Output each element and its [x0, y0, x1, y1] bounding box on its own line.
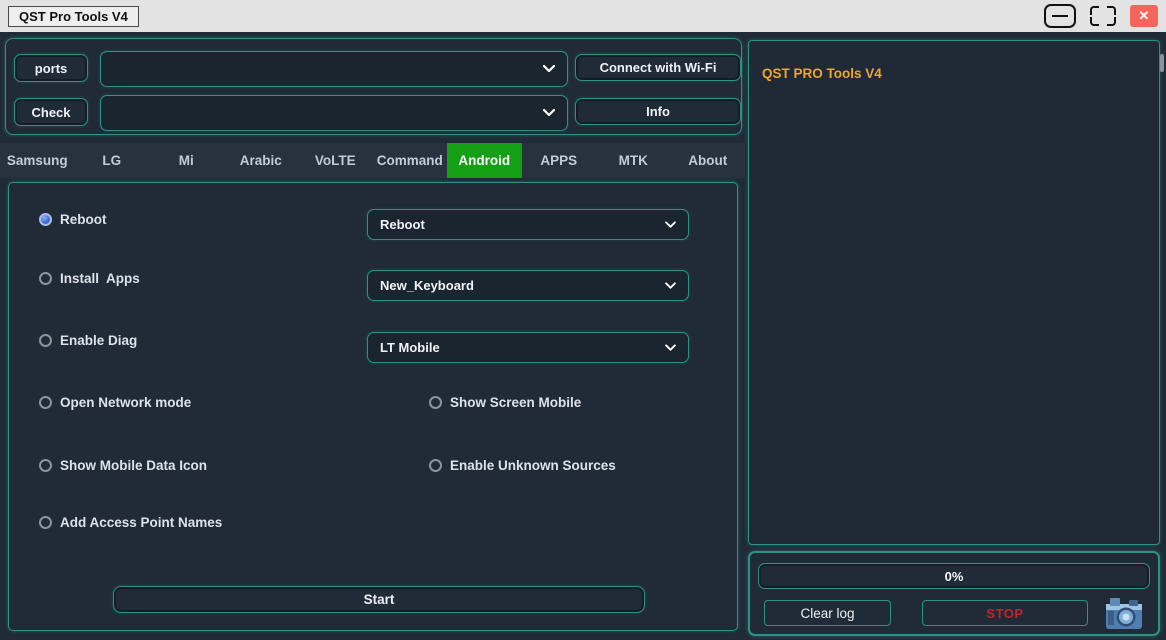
- progress-value: 0%: [945, 569, 964, 584]
- radio-install-apps[interactable]: Install Apps: [39, 271, 140, 286]
- radio-icon: [39, 272, 52, 285]
- scrollbar-thumb[interactable]: [1160, 54, 1164, 72]
- tab-android[interactable]: Android: [447, 143, 522, 178]
- window-title: QST Pro Tools V4: [8, 6, 139, 27]
- titlebar: QST Pro Tools V4 ✕: [0, 0, 1166, 32]
- tab-about[interactable]: About: [671, 143, 746, 178]
- chevron-down-icon: [665, 282, 676, 289]
- connect-wifi-button[interactable]: Connect with Wi-Fi: [575, 54, 741, 81]
- info-button[interactable]: Info: [575, 98, 741, 125]
- enable-diag-combobox-value: LT Mobile: [380, 340, 440, 355]
- log-header-text: QST PRO Tools V4: [762, 66, 882, 81]
- tab-command[interactable]: Command: [373, 143, 448, 178]
- start-button[interactable]: Start: [113, 586, 645, 613]
- enable-diag-combobox[interactable]: LT Mobile: [367, 332, 689, 363]
- radio-icon: [39, 516, 52, 529]
- radio-icon: [39, 396, 52, 409]
- chevron-down-icon: [543, 65, 555, 73]
- maximize-icon: [1090, 6, 1099, 15]
- progress-bar: 0%: [758, 563, 1150, 589]
- radio-icon: [39, 334, 52, 347]
- close-icon: ✕: [1139, 8, 1150, 24]
- tabbar: Samsung LG Mi Arabic VoLTE Command Andro…: [0, 143, 745, 178]
- radio-icon: [39, 213, 52, 226]
- radio-icon: [39, 459, 52, 472]
- camera-icon[interactable]: [1104, 595, 1144, 631]
- stop-button[interactable]: STOP: [922, 600, 1088, 626]
- connection-panel: ports Connect with Wi-Fi Check Info: [5, 38, 742, 135]
- status-panel: 0% Clear log STOP: [748, 551, 1160, 636]
- radio-open-network-mode[interactable]: Open Network mode: [39, 395, 191, 410]
- reboot-combobox[interactable]: Reboot: [367, 209, 689, 240]
- radio-add-access-point-names[interactable]: Add Access Point Names: [39, 515, 222, 530]
- radio-icon: [429, 459, 442, 472]
- radio-reboot[interactable]: Reboot: [39, 212, 107, 227]
- minimize-button[interactable]: [1044, 4, 1076, 28]
- close-button[interactable]: ✕: [1130, 5, 1158, 27]
- radio-show-mobile-data-icon[interactable]: Show Mobile Data Icon: [39, 458, 207, 473]
- chevron-down-icon: [543, 109, 555, 117]
- model-combobox[interactable]: [100, 95, 568, 131]
- maximize-button[interactable]: [1090, 4, 1116, 28]
- radio-show-screen-mobile[interactable]: Show Screen Mobile: [429, 395, 581, 410]
- chevron-down-icon: [665, 344, 676, 351]
- window-controls: ✕: [1044, 0, 1158, 32]
- minimize-icon: [1052, 15, 1068, 18]
- tab-mtk[interactable]: MTK: [596, 143, 671, 178]
- ports-button[interactable]: ports: [14, 54, 88, 82]
- install-apps-combobox[interactable]: New_Keyboard: [367, 270, 689, 301]
- clear-log-button[interactable]: Clear log: [764, 600, 891, 626]
- install-apps-combobox-value: New_Keyboard: [380, 278, 474, 293]
- log-panel[interactable]: QST PRO Tools V4: [748, 40, 1160, 545]
- port-combobox[interactable]: [100, 51, 568, 87]
- app-window: QST Pro Tools V4 ✕ ports Connect with Wi…: [0, 0, 1166, 640]
- chevron-down-icon: [665, 221, 676, 228]
- radio-icon: [429, 396, 442, 409]
- tab-samsung[interactable]: Samsung: [0, 143, 75, 178]
- android-panel: Reboot Reboot Install Apps New_Keyboard …: [8, 182, 738, 631]
- tab-volte[interactable]: VoLTE: [298, 143, 373, 178]
- radio-enable-unknown-sources[interactable]: Enable Unknown Sources: [429, 458, 616, 473]
- tab-mi[interactable]: Mi: [149, 143, 224, 178]
- reboot-combobox-value: Reboot: [380, 217, 425, 232]
- tab-arabic[interactable]: Arabic: [224, 143, 299, 178]
- tab-lg[interactable]: LG: [75, 143, 150, 178]
- radio-enable-diag[interactable]: Enable Diag: [39, 333, 137, 348]
- check-button[interactable]: Check: [14, 98, 88, 126]
- tab-apps[interactable]: APPS: [522, 143, 597, 178]
